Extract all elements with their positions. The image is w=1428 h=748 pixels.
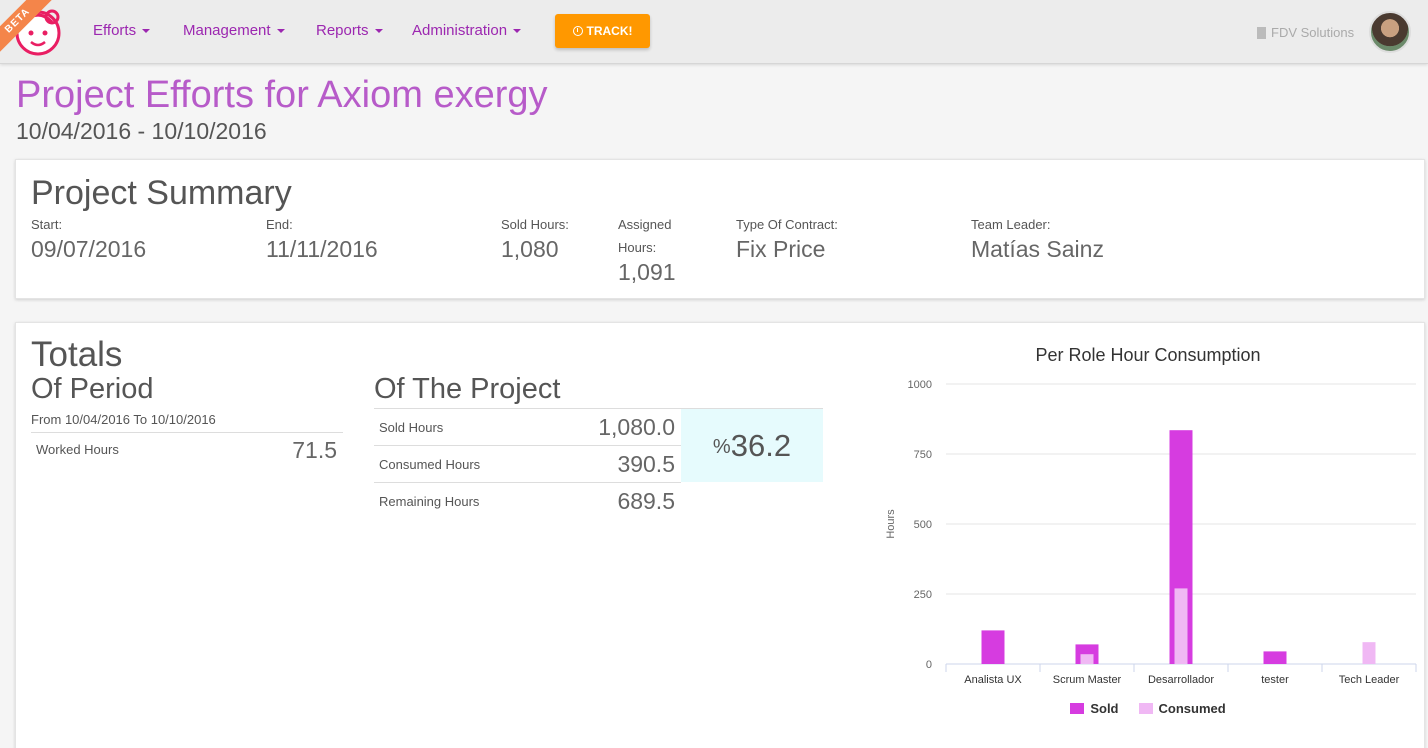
caret-down-icon bbox=[276, 29, 285, 34]
track-button[interactable]: TRACK! bbox=[555, 14, 650, 48]
bar-consumed bbox=[1362, 642, 1376, 664]
percent-sign: % bbox=[712, 436, 731, 458]
table-row: Consumed Hours 390.5 bbox=[374, 445, 681, 482]
clock-icon bbox=[572, 26, 583, 36]
page-date-range: 10/04/2016 - 10/10/2016 bbox=[16, 118, 267, 144]
nav-reports[interactable]: Reports bbox=[316, 22, 383, 39]
of-project-title: Of The Project bbox=[374, 373, 561, 405]
company-name: FDV Solutions bbox=[1271, 25, 1355, 40]
legend-item-sold[interactable]: Sold bbox=[1070, 701, 1119, 716]
user-avatar[interactable] bbox=[1369, 11, 1411, 53]
y-tick-label: 1000 bbox=[908, 379, 932, 391]
percentage-value: 36.2 bbox=[730, 427, 792, 463]
team-leader-label: Team Leader: bbox=[971, 217, 1051, 232]
y-tick-label: 250 bbox=[914, 589, 932, 601]
legend-label-consumed: Consumed bbox=[1158, 701, 1226, 716]
start-label: Start: bbox=[31, 217, 63, 232]
track-button-label: TRACK! bbox=[586, 24, 633, 38]
bar-sold bbox=[1263, 651, 1287, 664]
legend-item-consumed[interactable]: Consumed bbox=[1138, 701, 1226, 716]
nav-management-label: Management bbox=[183, 22, 271, 39]
x-tick-label: Scrum Master bbox=[1053, 674, 1122, 686]
company-selector[interactable]: FDV Solutions bbox=[1257, 25, 1354, 40]
consumed-hours-row-label: Consumed Hours bbox=[379, 457, 481, 472]
assigned-hours-value: 1,091 bbox=[618, 259, 676, 285]
page-title: Project Efforts for Axiom exergy bbox=[16, 74, 548, 116]
period-range: From 10/04/2016 To 10/10/2016 bbox=[31, 412, 216, 427]
x-tick-label: Tech Leader bbox=[1339, 674, 1400, 686]
x-tick-label: Analista UX bbox=[964, 674, 1022, 686]
caret-down-icon bbox=[142, 29, 151, 34]
consumption-percentage: % 36.2 bbox=[681, 408, 823, 482]
assigned-hours-label-2: Hours: bbox=[618, 240, 657, 255]
worked-hours-value: 71.5 bbox=[292, 437, 337, 463]
project-summary-panel: Project Summary Start: 09/07/2016 End: 1… bbox=[15, 159, 1425, 299]
end-label: End: bbox=[266, 217, 293, 232]
y-tick-label: 0 bbox=[926, 659, 932, 671]
chart-svg: 0 250 500 750 1000 Hours Analista UX Scrum Mast… bbox=[885, 379, 1417, 686]
end-value: 11/11/2016 bbox=[266, 236, 378, 262]
sold-hours-row-label: Sold Hours bbox=[379, 420, 444, 435]
sold-hours-value: 1,080 bbox=[501, 236, 559, 262]
contract-type-label: Type Of Contract: bbox=[736, 217, 838, 232]
worked-hours-label: Worked Hours bbox=[36, 442, 119, 457]
table-row: Sold Hours 1,080.0 bbox=[374, 408, 681, 445]
app-logo[interactable]: BETA bbox=[0, 0, 66, 64]
remaining-hours-row-value: 689.5 bbox=[617, 488, 675, 514]
nav-management[interactable]: Management bbox=[183, 22, 285, 39]
nav-administration-label: Administration bbox=[412, 22, 508, 39]
legend-swatch-consumed bbox=[1138, 703, 1153, 714]
legend-label-sold: Sold bbox=[1090, 701, 1119, 716]
sold-hours-row-value: 1,080.0 bbox=[598, 414, 675, 440]
bar-consumed bbox=[1174, 588, 1188, 664]
bar-consumed bbox=[1080, 654, 1094, 664]
chart-legend: Sold Consumed bbox=[861, 701, 1428, 716]
worked-hours-row: Worked Hours 71.5 bbox=[31, 432, 343, 464]
totals-panel: Totals Of Period From 10/04/2016 To 10/1… bbox=[15, 322, 1425, 748]
y-axis-label: Hours bbox=[885, 509, 897, 539]
project-totals-table: Sold Hours 1,080.0 Consumed Hours 390.5 … bbox=[374, 408, 681, 519]
x-tick-label: tester bbox=[1261, 674, 1289, 686]
nav-reports-label: Reports bbox=[316, 22, 369, 39]
nav-administration[interactable]: Administration bbox=[412, 22, 522, 39]
consumed-hours-row-value: 390.5 bbox=[617, 451, 675, 477]
x-tick-label: Desarrollador bbox=[1148, 674, 1214, 686]
bar-sold bbox=[981, 630, 1005, 664]
remaining-hours-row-label: Remaining Hours bbox=[379, 494, 480, 509]
table-row: Remaining Hours 689.5 bbox=[374, 482, 681, 519]
nav-efforts-label: Efforts bbox=[93, 22, 137, 39]
building-icon bbox=[1257, 26, 1266, 39]
assigned-hours-label-1: Assigned bbox=[618, 217, 672, 232]
totals-title: Totals bbox=[31, 335, 123, 374]
sold-hours-label: Sold Hours: bbox=[501, 217, 569, 232]
nav-efforts[interactable]: Efforts bbox=[93, 22, 151, 39]
start-value: 09/07/2016 bbox=[31, 236, 147, 262]
caret-down-icon bbox=[513, 29, 522, 34]
of-period-title: Of Period bbox=[31, 373, 154, 405]
summary-title: Project Summary bbox=[31, 174, 292, 212]
y-tick-label: 750 bbox=[914, 449, 932, 461]
legend-swatch-sold bbox=[1070, 703, 1085, 714]
contract-type-value: Fix Price bbox=[736, 236, 826, 262]
caret-down-icon bbox=[374, 29, 383, 34]
role-hours-chart: 0 250 500 750 1000 Hours Analista UX Scrum Mast… bbox=[861, 333, 1421, 743]
chart-title: Per Role Hour Consumption bbox=[1035, 345, 1261, 365]
top-navbar: BETA Efforts Management Reports Administ… bbox=[0, 0, 1428, 64]
team-leader-value: Matías Sainz bbox=[971, 236, 1104, 262]
y-tick-label: 500 bbox=[914, 519, 932, 531]
